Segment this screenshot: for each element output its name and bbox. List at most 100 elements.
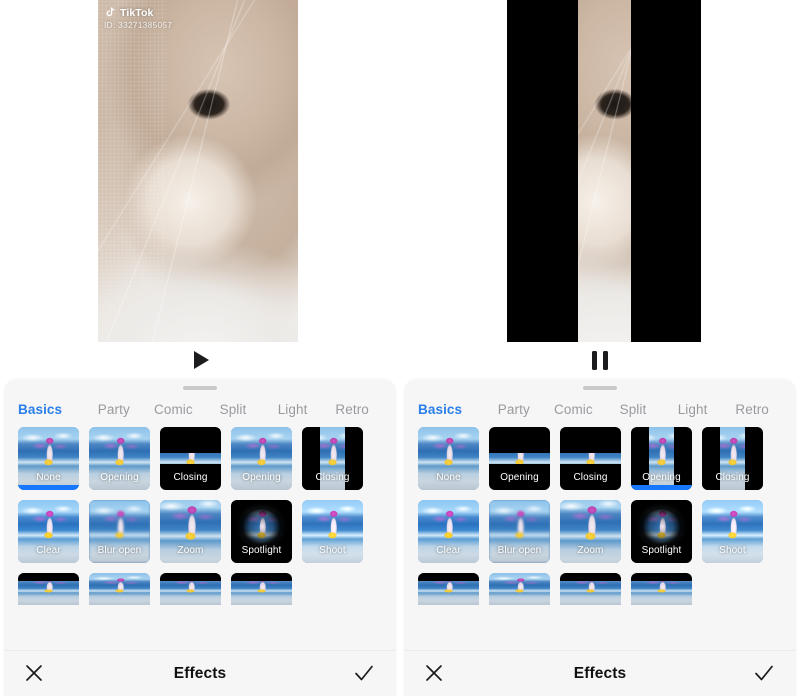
tab-party[interactable]: Party — [484, 402, 544, 417]
transport-bar — [0, 342, 400, 378]
sheet-title: Effects — [573, 664, 627, 682]
effect-thumbnail[interactable]: Closing — [160, 427, 221, 490]
category-tabs: Basics Party Comic Split Light Retro — [4, 395, 396, 421]
play-icon[interactable] — [194, 351, 209, 369]
effect-thumbnail[interactable]: None — [418, 427, 479, 490]
effect-label: None — [36, 472, 61, 483]
letterbox-bar-top — [560, 573, 621, 582]
effect-thumbnail[interactable]: None — [18, 427, 79, 490]
effects-sheet: Basics Party Comic Split Light Retro None Openi… — [404, 380, 796, 696]
effect-label: Opening — [500, 472, 539, 483]
effect-preview-image — [89, 573, 150, 605]
effect-label: Closing — [715, 472, 750, 483]
effect-label: Opening — [242, 472, 281, 483]
effect-thumbnail[interactable] — [418, 573, 479, 605]
effect-label: Clear — [436, 545, 461, 556]
effect-thumbnail[interactable]: Opening — [231, 427, 292, 490]
effect-thumbnail[interactable] — [89, 573, 150, 605]
close-icon[interactable] — [422, 661, 448, 687]
effect-thumbnail[interactable]: Zoom — [560, 500, 621, 563]
effects-grid: None Opening Closing Opening Closing Clear Blu… — [4, 421, 396, 650]
effect-thumbnail[interactable]: Opening — [489, 427, 550, 490]
tab-retro[interactable]: Retro — [322, 402, 382, 417]
video-preview[interactable] — [400, 0, 800, 342]
effect-thumbnail[interactable] — [631, 573, 692, 605]
sheet-grabber-area[interactable] — [4, 380, 396, 395]
effect-label: Shoot — [319, 545, 346, 556]
effect-label: Shoot — [719, 545, 746, 556]
video-preview[interactable]: TikTok ID: 33271385057 — [0, 0, 400, 342]
effect-thumbnail[interactable]: Closing — [560, 427, 621, 490]
effect-label: Closing — [173, 472, 208, 483]
effects-row — [418, 573, 782, 605]
effects-row: None Opening Closing Opening Closing — [18, 427, 382, 490]
effect-thumbnail[interactable]: Closing — [702, 427, 763, 490]
category-tabs: Basics Party Comic Split Light Retro — [404, 395, 796, 421]
tab-light[interactable]: Light — [263, 402, 323, 417]
effect-thumbnail[interactable]: Shoot — [702, 500, 763, 563]
tab-comic[interactable]: Comic — [544, 402, 604, 417]
effect-thumbnail[interactable]: Blur open — [489, 500, 550, 563]
effect-label: Blur open — [497, 545, 542, 556]
phone-screen-left: TikTok ID: 33271385057 Basics Party Comic Spl… — [0, 0, 400, 696]
effect-thumbnail[interactable]: Spotlight — [231, 500, 292, 563]
letterbox-bar-top — [231, 573, 292, 582]
selected-indicator — [18, 485, 79, 490]
tab-basics[interactable]: Basics — [18, 402, 84, 417]
sheet-grabber-area[interactable] — [404, 380, 796, 395]
tab-retro[interactable]: Retro — [722, 402, 782, 417]
effect-label: Opening — [642, 472, 681, 483]
effects-grid: None Opening Closing Opening Closing Clear Blu… — [404, 421, 796, 650]
effect-label: Opening — [100, 472, 139, 483]
check-icon[interactable] — [752, 661, 778, 687]
effect-thumbnail[interactable] — [18, 573, 79, 605]
tab-light[interactable]: Light — [663, 402, 723, 417]
effect-thumbnail[interactable]: Opening — [89, 427, 150, 490]
close-icon[interactable] — [22, 661, 48, 687]
effect-thumbnail[interactable]: Closing — [302, 427, 363, 490]
whiskers-overlay — [578, 0, 631, 342]
effects-sheet: Basics Party Comic Split Light Retro None Openi… — [4, 380, 396, 696]
effect-thumbnail[interactable]: Clear — [418, 500, 479, 563]
video-frame[interactable] — [507, 0, 701, 342]
tab-split[interactable]: Split — [203, 402, 263, 417]
check-icon[interactable] — [352, 661, 378, 687]
effect-thumbnail[interactable]: Spotlight — [631, 500, 692, 563]
tab-comic[interactable]: Comic — [144, 402, 204, 417]
transport-bar — [400, 342, 800, 378]
effect-label: Clear — [36, 545, 61, 556]
phone-screen-right: Basics Party Comic Split Light Retro None Openi… — [400, 0, 800, 696]
effect-thumbnail[interactable] — [160, 573, 221, 605]
effect-thumbnail[interactable]: Zoom — [160, 500, 221, 563]
effect-thumbnail[interactable]: Shoot — [302, 500, 363, 563]
effect-label: Blur open — [97, 545, 142, 556]
dual-screenshot-container: TikTok ID: 33271385057 Basics Party Comic Spl… — [0, 0, 800, 696]
tab-split[interactable]: Split — [603, 402, 663, 417]
pause-icon[interactable] — [592, 350, 608, 370]
effect-thumbnail[interactable] — [560, 573, 621, 605]
tab-basics[interactable]: Basics — [418, 402, 484, 417]
visible-video-strip — [578, 0, 631, 342]
letterbox-bar-top — [18, 573, 79, 582]
selected-indicator — [631, 485, 692, 490]
effect-label: Spotlight — [641, 545, 682, 556]
sheet-footer: Effects — [404, 650, 796, 696]
video-frame[interactable]: TikTok ID: 33271385057 — [98, 0, 298, 342]
drag-handle[interactable] — [183, 385, 217, 390]
drag-handle[interactable] — [583, 385, 617, 390]
effect-label: Closing — [315, 472, 350, 483]
effect-thumbnail[interactable]: Clear — [18, 500, 79, 563]
effect-thumbnail[interactable]: Opening — [631, 427, 692, 490]
effect-thumbnail[interactable] — [231, 573, 292, 605]
effects-row: None Opening Closing Opening Closing — [418, 427, 782, 490]
letterbox-bar-top — [160, 573, 221, 582]
effects-row: Clear Blur open Zoom Spotlight Shoot — [18, 500, 382, 563]
tab-party[interactable]: Party — [84, 402, 144, 417]
letterbox-bar-top — [560, 427, 621, 454]
video-frame-image — [578, 0, 631, 342]
effect-thumbnail[interactable]: Blur open — [89, 500, 150, 563]
letterbox-bar-top — [160, 427, 221, 454]
letterbox-bar-top — [489, 427, 550, 454]
effect-thumbnail[interactable] — [489, 573, 550, 605]
whiskers-overlay — [98, 0, 298, 342]
